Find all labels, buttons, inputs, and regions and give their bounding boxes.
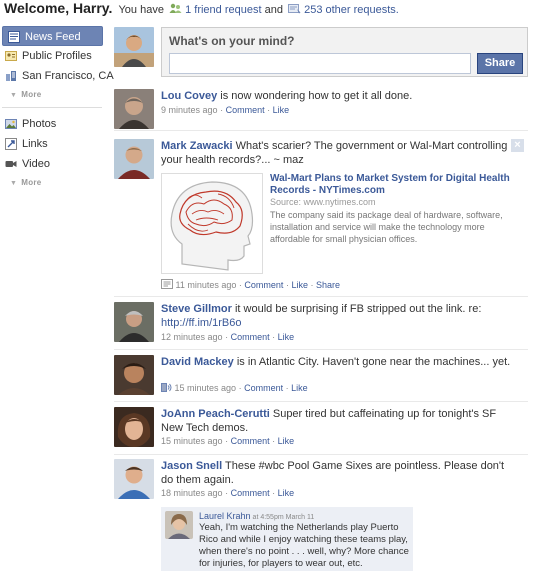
story-author-link[interactable]: JoAnn Peach-Cerutti xyxy=(161,408,270,420)
story-divider xyxy=(114,349,528,350)
sidebar-more-button-2[interactable]: ▼ More xyxy=(0,174,104,192)
avatar-laurel-krahn[interactable] xyxy=(165,511,193,539)
sidebar-item-news-feed[interactable]: News Feed xyxy=(2,26,103,46)
story-divider xyxy=(114,296,528,297)
attachment-thumbnail[interactable] xyxy=(161,173,263,274)
photos-icon xyxy=(5,119,17,129)
avatar-current-user[interactable] xyxy=(114,27,154,67)
profiles-icon xyxy=(5,51,17,61)
feed-story: Lou Covey is now wondering how to get it… xyxy=(114,89,528,119)
welcome-header: Welcome, Harry. You have 1 friend reques… xyxy=(4,0,535,18)
feed-story: × Mark Zawacki What's scarier? The gover… xyxy=(114,139,528,290)
story-text: JoAnn Peach-Cerutti Super tired but caff… xyxy=(161,408,497,434)
attachment-source: Source: www.nytimes.com xyxy=(270,197,376,207)
sidebar-item-public-profiles[interactable]: Public Profiles xyxy=(0,46,104,66)
requests-icon xyxy=(288,4,301,14)
story-divider xyxy=(114,401,528,402)
user-photo xyxy=(114,27,154,67)
comment-link[interactable]: Comment xyxy=(226,105,265,115)
story-text: Steve Gillmor it would be surprising if … xyxy=(161,303,482,329)
link-post-icon xyxy=(161,279,173,289)
story-divider xyxy=(114,130,528,131)
story-meta: 18 minutes ago · Comment · Like xyxy=(161,488,295,498)
feed-story: JoAnn Peach-Cerutti Super tired but caff… xyxy=(114,407,528,447)
story-text: Mark Zawacki What's scarier? The governm… xyxy=(161,140,508,166)
story-divider xyxy=(114,454,528,455)
attachment-title-link[interactable]: Wal-Mart Plans to Market System for Digi… xyxy=(270,173,510,197)
comment-link[interactable]: Comment xyxy=(244,383,283,393)
story-text: Lou Covey is now wondering how to get it… xyxy=(161,90,413,102)
comment-link[interactable]: Comment xyxy=(231,332,270,342)
status-composer: What's on your mind? Share xyxy=(161,27,528,77)
like-link[interactable]: Like xyxy=(278,332,295,342)
other-requests-link[interactable]: 253 other requests. xyxy=(304,4,399,16)
comment-link[interactable]: Comment xyxy=(231,488,270,498)
story-text: Jason Snell These #wbc Pool Game Sixes a… xyxy=(161,460,505,486)
feed-story: David Mackey is in Atlantic City. Haven'… xyxy=(114,355,528,395)
brain-head-illustration xyxy=(162,174,262,273)
story-meta: 15 minutes ago · Comment · Like xyxy=(161,436,295,446)
network-icon xyxy=(6,71,16,81)
story-meta: 15 minutes ago · Comment · Like xyxy=(161,383,308,393)
sidebar-more-button[interactable]: ▼ More xyxy=(0,86,104,104)
requests-notice: You have 1 friend request and 253 other … xyxy=(118,3,399,16)
sidebar-divider xyxy=(2,107,102,108)
sidebar-item-san-francisco[interactable]: San Francisco, CA xyxy=(0,66,114,86)
feed-story: Steve Gillmor it would be surprising if … xyxy=(114,302,528,346)
story-meta: 9 minutes ago · Comment · Like xyxy=(161,105,290,115)
video-icon xyxy=(5,161,17,167)
like-link[interactable]: Like xyxy=(273,105,290,115)
sidebar-item-photos[interactable]: Photos xyxy=(0,114,104,134)
like-link[interactable]: Like xyxy=(278,436,295,446)
chevron-down-icon: ▼ xyxy=(10,180,18,187)
share-link[interactable]: Share xyxy=(316,280,340,290)
friend-request-icon xyxy=(169,3,182,13)
chevron-down-icon: ▼ xyxy=(10,92,18,99)
like-link[interactable]: Like xyxy=(291,280,308,290)
comment-text: Yeah, I'm watching the Netherlands play … xyxy=(199,522,409,569)
friend-request-link[interactable]: 1 friend request xyxy=(185,4,261,16)
sidebar-item-video[interactable]: Video xyxy=(0,154,104,174)
shared-url-link[interactable]: http://ff.im/1rB6o xyxy=(161,317,242,329)
share-button[interactable]: Share xyxy=(477,53,523,74)
user-photo xyxy=(165,511,193,539)
comment-link[interactable]: Comment xyxy=(231,436,270,446)
composer-prompt: What's on your mind? xyxy=(169,34,295,48)
like-link[interactable]: Like xyxy=(291,383,308,393)
story-author-link[interactable]: David Mackey xyxy=(161,356,234,368)
like-link[interactable]: Like xyxy=(278,488,295,498)
sidebar-item-links[interactable]: Links xyxy=(0,134,104,154)
story-text: David Mackey is in Atlantic City. Haven'… xyxy=(161,356,511,368)
comment-link[interactable]: Comment xyxy=(244,280,283,290)
welcome-title: Welcome, Harry. xyxy=(4,0,113,16)
comment-author-link[interactable]: Laurel Krahn xyxy=(199,511,251,521)
mobile-icon xyxy=(161,383,172,392)
story-author-link[interactable]: Mark Zawacki xyxy=(161,140,233,152)
comment-author: Laurel Krahn at 4:55pm March 11 xyxy=(199,511,315,521)
feed-story: Jason Snell These #wbc Pool Game Sixes a… xyxy=(114,459,528,503)
story-author-link[interactable]: Lou Covey xyxy=(161,90,217,102)
attachment-description: The company said its package deal of har… xyxy=(270,210,503,244)
story-meta: 12 minutes ago · Comment · Like xyxy=(161,332,295,342)
news-feed-icon xyxy=(8,31,20,43)
story-meta: 11 minutes ago · Comment · Like · Share xyxy=(161,279,340,290)
left-sidebar: News Feed Public Profiles San Francisco,… xyxy=(0,26,114,192)
links-icon xyxy=(5,138,17,150)
comment-item: Laurel Krahn at 4:55pm March 11 Yeah, I'm… xyxy=(161,507,413,571)
status-input[interactable] xyxy=(169,53,471,74)
story-author-link[interactable]: Jason Snell xyxy=(161,460,222,472)
story-author-link[interactable]: Steve Gillmor xyxy=(161,303,232,315)
